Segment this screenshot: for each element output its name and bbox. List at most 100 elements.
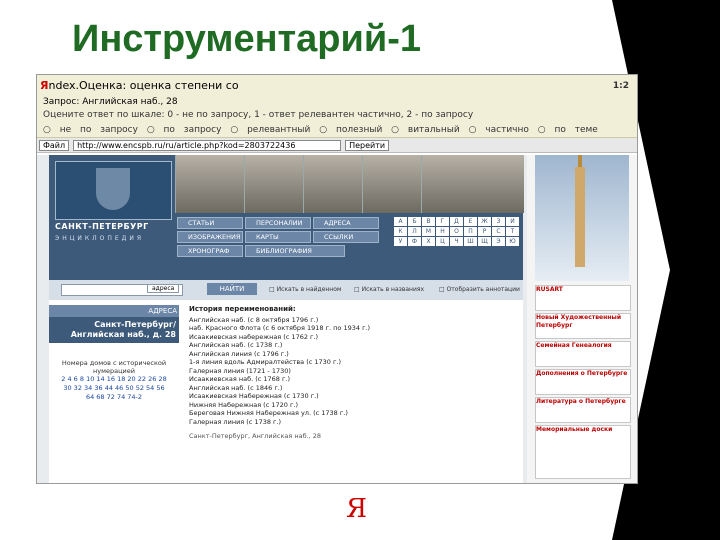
address-panel-header: АДРЕСА <box>49 305 179 317</box>
history-item: Исаакиевская Набережная (с 1730 г.) <box>189 392 319 400</box>
assessment-options: ○ не по запросу ○ по запросу ○ релевантн… <box>43 125 598 135</box>
letter-link[interactable]: Н <box>436 227 449 236</box>
site-name: САНКТ-ПЕТЕРБУРГ <box>55 222 149 231</box>
history-item: Английская наб. (с 1738 г.) <box>189 341 283 349</box>
nav-links[interactable]: ССЫЛКИ <box>313 231 379 243</box>
history-item: Английская наб. (с 1846 г.) <box>189 383 283 392</box>
letter-link[interactable]: И <box>506 217 519 226</box>
letter-link[interactable]: Щ <box>478 237 491 246</box>
query-label: Запрос: Английская наб., 28 <box>43 97 178 107</box>
letter-link[interactable]: Ю <box>506 237 519 246</box>
slide-number: 7 <box>684 505 692 520</box>
house-numbers-row[interactable]: 30 32 34 36 44 46 50 52 54 56 <box>49 384 179 393</box>
history-item: Исаакиевская набережная (с 1762 г.) <box>189 332 319 341</box>
history-item: 1-я линия вдоль Адмиралтейства (с 1730 г… <box>189 358 342 366</box>
option-radio[interactable]: ○ частично <box>469 125 529 135</box>
search-option-checkbox[interactable]: □ Искать в названиях <box>354 286 424 293</box>
site-subtitle: ЭНЦИКЛОПЕДИЯ <box>55 235 144 242</box>
house-numbers-row[interactable]: 64 68 72 74 74-2 <box>49 393 179 402</box>
nav-addresses[interactable]: АДРЕСА <box>313 217 379 229</box>
city-photo <box>362 155 421 213</box>
address-bar[interactable]: http://www.encspb.ru/ru/article.php?kod=… <box>73 139 342 151</box>
letter-link[interactable]: Е <box>464 217 477 226</box>
house-numbers-row[interactable]: 2 4 6 8 10 14 16 18 20 22 26 28 <box>49 375 179 384</box>
city-photo <box>175 155 244 213</box>
history-item: Английская наб. (с 8 октября 1796 г.) <box>189 315 319 324</box>
letter-link[interactable]: К <box>394 227 407 236</box>
letter-link[interactable]: Ж <box>478 217 491 226</box>
slide-title: Инструментарий-1 <box>72 18 422 60</box>
letter-link[interactable]: П <box>464 227 477 236</box>
address-panel: АДРЕСА Санкт-Петербург/Английская наб., … <box>49 305 179 483</box>
city-photo <box>303 155 362 213</box>
site-banner: САНКТ-ПЕТЕРБУРГ ЭНЦИКЛОПЕДИЯ СТАТЬИ ПЕРС… <box>49 155 524 280</box>
sidebar-link[interactable]: Семейная Генеалогия <box>535 341 631 367</box>
nav-chronograph[interactable]: ХРОНОГРАФ <box>177 245 243 257</box>
sidebar-link[interactable]: Новый Художественный Петербург <box>535 313 631 339</box>
letter-link[interactable]: М <box>422 227 435 236</box>
go-button[interactable]: Перейти <box>345 139 390 151</box>
search-option-checkbox[interactable]: □ Искать в найденном <box>269 286 341 293</box>
letter-link[interactable]: А <box>394 217 407 226</box>
search-option-checkbox[interactable]: □ Отобразить аннотации <box>439 286 520 293</box>
letter-link[interactable]: Д <box>450 217 463 226</box>
search-button[interactable]: НАЙТИ <box>207 283 257 295</box>
address-title: Санкт-Петербург/Английская наб., д. 28 <box>49 317 179 343</box>
main-column: САНКТ-ПЕТЕРБУРГ ЭНЦИКЛОПЕДИЯ СТАТЬИ ПЕРС… <box>49 155 524 483</box>
option-radio[interactable]: ○ витальный <box>391 125 460 135</box>
letter-link[interactable]: С <box>492 227 505 236</box>
letter-link[interactable]: Ц <box>436 237 449 246</box>
city-photo <box>421 155 524 213</box>
letter-link[interactable]: Л <box>408 227 421 236</box>
search-type-select[interactable]: адреса <box>147 284 180 293</box>
alphabet-index: АБВГДЕЖЗИ КЛМНОПРСТ УФХЦЧШЩЭЮ <box>394 217 519 246</box>
letter-link[interactable]: Б <box>408 217 421 226</box>
nav-bibliography[interactable]: БИБЛИОГРАФИЯ <box>245 245 345 257</box>
nav-maps[interactable]: КАРТЫ <box>245 231 311 243</box>
letter-link[interactable]: Ш <box>464 237 477 246</box>
letter-link[interactable]: Ч <box>450 237 463 246</box>
option-radio[interactable]: ○ по запросу <box>147 125 222 135</box>
history-footer: Санкт-Петербург, Английская наб., 28 <box>189 432 322 440</box>
letter-link[interactable]: Р <box>478 227 491 236</box>
browser-toolbar: Файл http://www.encspb.ru/ru/article.php… <box>37 138 637 153</box>
rename-history: История переименований: Английская наб. … <box>189 305 519 441</box>
nav-persons[interactable]: ПЕРСОНАЛИИ <box>245 217 311 229</box>
sidebar-link[interactable]: Литература о Петербурге <box>535 397 631 423</box>
history-item: Галерная линия (с 1738 г.) <box>189 417 282 426</box>
nav-articles[interactable]: СТАТЬИ <box>177 217 243 229</box>
assessment-instruction: Оцените ответ по шкале: 0 - не по запрос… <box>43 110 474 120</box>
embedded-screenshot: Яndex.Оценка: оценка степени со 1:2 Запр… <box>36 74 638 484</box>
coat-of-arms-image <box>55 161 172 220</box>
option-radio[interactable]: ○ не по запросу <box>43 125 138 135</box>
letter-link[interactable]: В <box>422 217 435 226</box>
cathedral-image <box>535 155 629 281</box>
history-item: наб. Красного Флота (с 6 октября 1918 г.… <box>189 324 371 332</box>
letter-link[interactable]: Э <box>492 237 505 246</box>
file-menu[interactable]: Файл <box>39 139 70 151</box>
city-photo <box>244 155 303 213</box>
history-item: Английская линия (с 1796 г.) <box>189 349 289 358</box>
letter-link[interactable]: Т <box>506 227 519 236</box>
history-item: Береговая Нижняя Набережная ул. (с 1738 … <box>189 409 348 417</box>
option-radio[interactable]: ○ полезный <box>319 125 382 135</box>
letter-link[interactable]: Х <box>422 237 435 246</box>
letter-link[interactable]: З <box>492 217 505 226</box>
nav-images[interactable]: ИЗОБРАЖЕНИЯ <box>177 231 243 243</box>
history-item: Галерная линия (1721 - 1730) <box>189 366 291 375</box>
history-item: Исаакиевская наб. (с 1768 г.) <box>189 375 291 383</box>
option-radio[interactable]: ○ релевантный <box>230 125 310 135</box>
yandex-logo: Яndex.Оценка: оценка степени со <box>40 79 239 92</box>
letter-link[interactable]: Ф <box>408 237 421 246</box>
sidebar-link[interactable]: Дополнения о Петербурге <box>535 369 631 395</box>
history-title: История переименований: <box>189 305 296 313</box>
letter-link[interactable]: Г <box>436 217 449 226</box>
letter-link[interactable]: О <box>450 227 463 236</box>
sidebar-link[interactable]: Мемориальные доски <box>535 425 631 479</box>
yandex-footer-logo: Я <box>346 494 367 524</box>
yandex-assessment-header: Яndex.Оценка: оценка степени со 1:2 Запр… <box>37 75 637 138</box>
sidebar-link[interactable]: RUSART <box>535 285 631 311</box>
option-radio[interactable]: ○ по теме <box>538 125 598 135</box>
yandex-logo-text: ndex.Оценка: оценка степени со <box>48 79 239 92</box>
letter-link[interactable]: У <box>394 237 407 246</box>
